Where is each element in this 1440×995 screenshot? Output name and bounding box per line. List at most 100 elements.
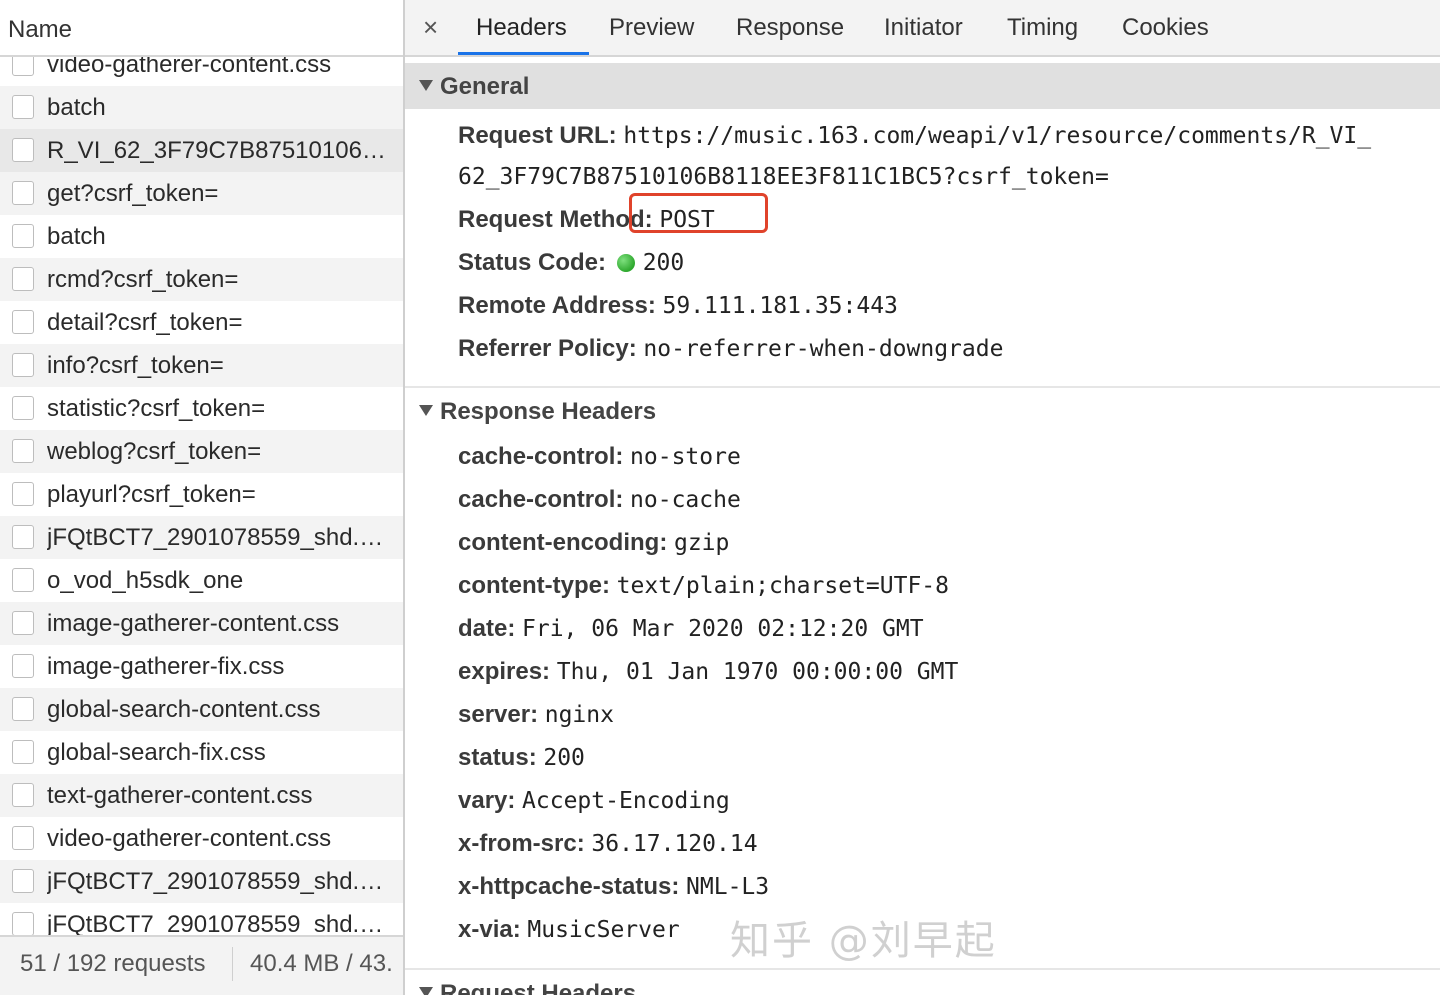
- request-row[interactable]: rcmd?csrf_token=: [0, 258, 403, 301]
- request-name: jFQtBCT7_2901078559_shd.mp4: [47, 524, 392, 551]
- request-row[interactable]: weblog?csrf_token=: [0, 430, 403, 473]
- request-name: batch: [47, 223, 106, 250]
- header-name: status:: [458, 744, 537, 771]
- status-ok-icon: [616, 254, 635, 272]
- details-tab-bar: × Headers Preview Response Initiator Tim…: [405, 0, 1440, 57]
- request-url-row: Request URL: https://music.163.com/weapi…: [458, 121, 1371, 151]
- request-row[interactable]: global-search-fix.css: [0, 731, 403, 774]
- request-type-icon: [12, 697, 34, 721]
- request-url-label: Request URL:: [458, 122, 617, 149]
- response-headers-section-toggle[interactable]: Response Headers: [405, 386, 1440, 432]
- name-column-label: Name: [8, 16, 73, 43]
- request-row[interactable]: image-gatherer-content.css: [0, 602, 403, 645]
- request-name: info?csrf_token=: [47, 352, 224, 379]
- general-section-title: General: [440, 73, 530, 100]
- request-type-icon: [12, 525, 34, 549]
- remote-address-label: Remote Address:: [458, 292, 656, 319]
- request-type-icon: [12, 310, 34, 334]
- header-value: 200: [543, 745, 585, 771]
- request-row[interactable]: jFQtBCT7_2901078559_shd.mp4: [0, 903, 403, 936]
- tab-initiator[interactable]: Initiator: [884, 14, 963, 42]
- request-row[interactable]: batch: [0, 215, 403, 258]
- referrer-policy-label: Referrer Policy:: [458, 335, 637, 362]
- request-row[interactable]: image-gatherer-fix.css: [0, 645, 403, 688]
- header-value: no-store: [630, 444, 741, 470]
- request-name: R_VI_62_3F79C7B87510106B8118EE3F811C1BC5…: [47, 137, 392, 164]
- referrer-policy-value: no-referrer-when-downgrade: [643, 336, 1004, 362]
- response-headers-title: Response Headers: [440, 398, 657, 425]
- request-row[interactable]: detail?csrf_token=: [0, 301, 403, 344]
- header-name: server:: [458, 701, 539, 728]
- collapse-triangle-icon: [419, 80, 433, 91]
- header-name: x-httpcache-status:: [458, 873, 680, 900]
- request-headers-title: Request Headers: [440, 980, 637, 995]
- request-row[interactable]: playurl?csrf_token=: [0, 473, 403, 516]
- response-header-row: x-from-src: 36.17.120.14: [458, 829, 758, 859]
- request-type-icon: [12, 654, 34, 678]
- request-row[interactable]: statistic?csrf_token=: [0, 387, 403, 430]
- request-name: global-search-content.css: [47, 696, 321, 723]
- request-row[interactable]: info?csrf_token=: [0, 344, 403, 387]
- header-value: gzip: [673, 530, 730, 556]
- request-type-icon: [12, 95, 34, 119]
- request-headers-section-toggle[interactable]: Request Headers: [405, 968, 1440, 995]
- request-row[interactable]: jFQtBCT7_2901078559_shd.mp4: [0, 516, 403, 559]
- status-divider: [232, 947, 233, 981]
- request-row[interactable]: R_VI_62_3F79C7B87510106B8118EE3F811C1BC5…: [0, 129, 403, 172]
- request-type-icon: [12, 138, 34, 162]
- tab-cookies[interactable]: Cookies: [1122, 14, 1209, 42]
- tab-preview[interactable]: Preview: [609, 14, 694, 42]
- header-value: text/plain;charset=UTF-8: [616, 573, 950, 599]
- request-row[interactable]: text-gatherer-content.css: [0, 774, 403, 817]
- request-row[interactable]: jFQtBCT7_2901078559_shd.mp4: [0, 860, 403, 903]
- tab-headers[interactable]: Headers: [476, 14, 567, 42]
- header-name: expires:: [458, 658, 551, 685]
- request-method-label: Request Method:: [458, 206, 653, 233]
- header-value: MusicServer: [527, 917, 680, 943]
- request-details-panel: × Headers Preview Response Initiator Tim…: [405, 0, 1440, 995]
- request-name: global-search-fix.css: [47, 739, 266, 766]
- request-row[interactable]: global-search-content.css: [0, 688, 403, 731]
- response-header-row: vary: Accept-Encoding: [458, 786, 730, 816]
- method-highlight-box: [629, 193, 768, 233]
- request-row[interactable]: video-gatherer-content.css: [0, 817, 403, 860]
- request-type-icon: [12, 181, 34, 205]
- header-value: nginx: [544, 702, 614, 728]
- request-name: weblog?csrf_token=: [47, 438, 262, 465]
- request-row[interactable]: batch: [0, 86, 403, 129]
- collapse-triangle-icon: [419, 405, 433, 416]
- response-header-row: date: Fri, 06 Mar 2020 02:12:20 GMT: [458, 614, 924, 644]
- request-url-value-continued: 62_3F79C7B87510106B8118EE3F811C1BC5?csrf…: [458, 164, 1109, 190]
- header-name: vary:: [458, 787, 516, 814]
- request-row[interactable]: o_vod_h5sdk_one: [0, 559, 403, 602]
- response-header-row: status: 200: [458, 743, 585, 773]
- remote-address-row: Remote Address: 59.111.181.35:443: [458, 291, 898, 321]
- watermark: 知乎 @刘早起: [730, 918, 997, 964]
- request-url-value: https://music.163.com/weapi/v1/resource/…: [623, 123, 1372, 149]
- header-name: cache-control:: [458, 443, 624, 470]
- request-type-icon: [12, 267, 34, 291]
- request-type-icon: [12, 568, 34, 592]
- general-section-toggle[interactable]: General: [405, 63, 1440, 109]
- name-column-header[interactable]: Name: [0, 0, 403, 57]
- header-name: content-type:: [458, 572, 610, 599]
- header-name: x-from-src:: [458, 830, 585, 857]
- status-code-label: Status Code:: [458, 249, 607, 276]
- response-header-row: server: nginx: [458, 700, 614, 730]
- request-type-icon: [12, 912, 34, 936]
- response-header-row: expires: Thu, 01 Jan 1970 00:00:00 GMT: [458, 657, 958, 687]
- tab-timing[interactable]: Timing: [1007, 14, 1078, 42]
- request-type-icon: [12, 439, 34, 463]
- close-icon[interactable]: ×: [423, 12, 438, 43]
- request-type-icon: [12, 611, 34, 635]
- request-name: jFQtBCT7_2901078559_shd.mp4: [47, 911, 392, 936]
- request-row[interactable]: get?csrf_token=: [0, 172, 403, 215]
- collapse-triangle-icon: [419, 987, 433, 995]
- request-name: rcmd?csrf_token=: [47, 266, 239, 293]
- transfer-size: 40.4 MB / 43.: [250, 950, 393, 977]
- request-name: o_vod_h5sdk_one: [47, 567, 244, 594]
- tab-response[interactable]: Response: [736, 14, 844, 42]
- response-header-row: content-encoding: gzip: [458, 528, 729, 558]
- request-name: image-gatherer-content.css: [47, 610, 340, 637]
- response-header-row: cache-control: no-store: [458, 442, 741, 472]
